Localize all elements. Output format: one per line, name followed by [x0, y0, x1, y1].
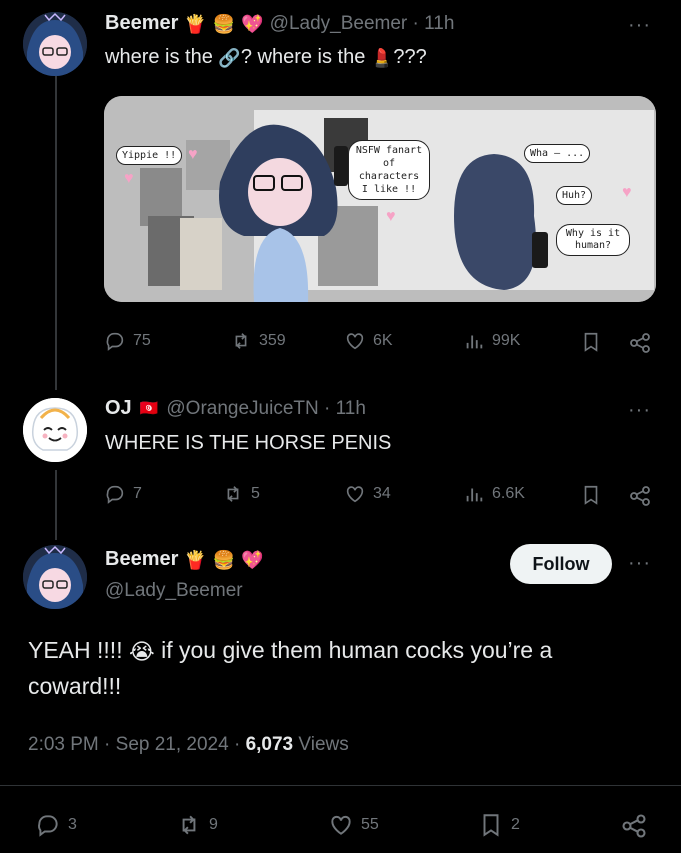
thread-line: [55, 70, 57, 390]
views-count: 6,073: [245, 734, 294, 755]
flag-emoji: 🇹🇳: [139, 400, 159, 417]
view-count: 99K: [492, 332, 521, 349]
comic-bubble-wha: Wha — ...: [524, 144, 591, 163]
like-icon: [346, 333, 364, 350]
share-icon[interactable]: [628, 484, 652, 513]
tweet-text: where is the 🔗? where is the 💄???: [105, 46, 427, 68]
views-button[interactable]: 6.6K: [463, 483, 525, 505]
comic-bubble-nsfw: NSFW fanart of characters I like !!: [348, 140, 430, 200]
repost-count: 9: [209, 816, 218, 833]
link-emoji: 🔗: [218, 47, 241, 68]
crying-emoji: 😭: [128, 638, 155, 664]
repost-count: 359: [259, 332, 286, 349]
view-count: 6.6K: [492, 485, 525, 502]
bookmark-button[interactable]: 2: [478, 812, 520, 838]
reply-count: 3: [68, 816, 77, 833]
more-icon[interactable]: ···: [628, 399, 651, 422]
heart-emoji: 💖: [241, 549, 264, 570]
like-count: 6K: [373, 332, 393, 349]
timestamp[interactable]: 2:03 PM · Sep 21, 2024 ·: [28, 734, 246, 755]
comic-bubble-yippie: Yippie !!: [116, 146, 183, 165]
comic-bubble-why: Why is it human?: [556, 224, 630, 256]
comic-bubble-huh: Huh?: [556, 186, 593, 205]
bookmark-count: 2: [511, 816, 520, 833]
repost-count: 5: [251, 485, 260, 502]
repost-icon: [182, 815, 196, 835]
like-count: 55: [361, 816, 379, 833]
comic-image[interactable]: Yippie !! NSFW fanart of characters I li…: [104, 96, 656, 302]
heart-icon: ♥: [124, 170, 134, 187]
lipstick-emoji: 💄: [370, 47, 394, 68]
share-icon[interactable]: [628, 331, 652, 360]
heart-icon: ♥: [386, 208, 396, 225]
views-icon: [466, 488, 483, 502]
heart-icon: ♥: [188, 146, 198, 163]
like-count: 34: [373, 485, 391, 502]
avatar[interactable]: [23, 545, 87, 609]
thread-line: [55, 470, 57, 540]
views-button[interactable]: 99K: [463, 330, 520, 352]
like-button[interactable]: 55: [328, 812, 379, 838]
tweet-text: YEAH !!!! 😭 if you give them human cocks…: [28, 637, 553, 699]
bookmark-icon[interactable]: [580, 484, 602, 511]
repost-icon: [235, 333, 247, 349]
like-icon: [331, 815, 351, 835]
like-icon: [346, 486, 364, 503]
reply-count: 7: [133, 485, 142, 502]
avatar[interactable]: [23, 398, 87, 462]
more-icon[interactable]: ···: [628, 552, 651, 575]
handle-time[interactable]: @Lady_Beemer · 11h: [270, 13, 455, 35]
fries-emoji: 🍟: [184, 13, 207, 34]
burger-emoji: 🍔: [212, 549, 236, 570]
reply-button[interactable]: 75: [104, 330, 151, 352]
avatar[interactable]: [23, 12, 87, 76]
heart-icon: ♥: [622, 184, 632, 201]
display-name[interactable]: OJ: [105, 397, 132, 420]
reply-icon: [106, 485, 124, 504]
repost-button[interactable]: 9: [176, 812, 218, 838]
follow-button[interactable]: Follow: [510, 544, 612, 584]
bookmark-icon: [483, 814, 499, 837]
views-icon: [466, 335, 483, 349]
tweet-text: WHERE IS THE HORSE PENIS: [105, 432, 392, 454]
handle-time[interactable]: @OrangeJuiceTN · 11h: [166, 398, 366, 420]
more-icon[interactable]: ···: [628, 14, 651, 37]
handle[interactable]: @Lady_Beemer: [105, 580, 243, 602]
repost-button[interactable]: 5: [222, 483, 260, 505]
repost-icon: [227, 486, 239, 502]
display-name[interactable]: Beemer: [105, 12, 178, 35]
like-button[interactable]: 34: [344, 483, 391, 505]
repost-button[interactable]: 359: [230, 330, 286, 352]
bookmark-icon[interactable]: [580, 331, 602, 358]
fries-emoji: 🍟: [184, 549, 207, 570]
burger-emoji: 🍔: [212, 13, 236, 34]
heart-emoji: 💖: [241, 13, 264, 34]
views-label: Views: [293, 734, 349, 755]
reply-count: 75: [133, 332, 151, 349]
reply-button[interactable]: 7: [104, 483, 142, 505]
reply-icon: [38, 815, 58, 837]
like-button[interactable]: 6K: [344, 330, 393, 352]
display-name[interactable]: Beemer: [105, 548, 178, 571]
reply-icon: [106, 332, 124, 351]
share-icon[interactable]: [620, 812, 648, 845]
divider: [0, 785, 681, 786]
reply-button[interactable]: 3: [35, 812, 77, 838]
tweet-meta: 2:03 PM · Sep 21, 2024 · 6,073 Views: [28, 734, 349, 756]
